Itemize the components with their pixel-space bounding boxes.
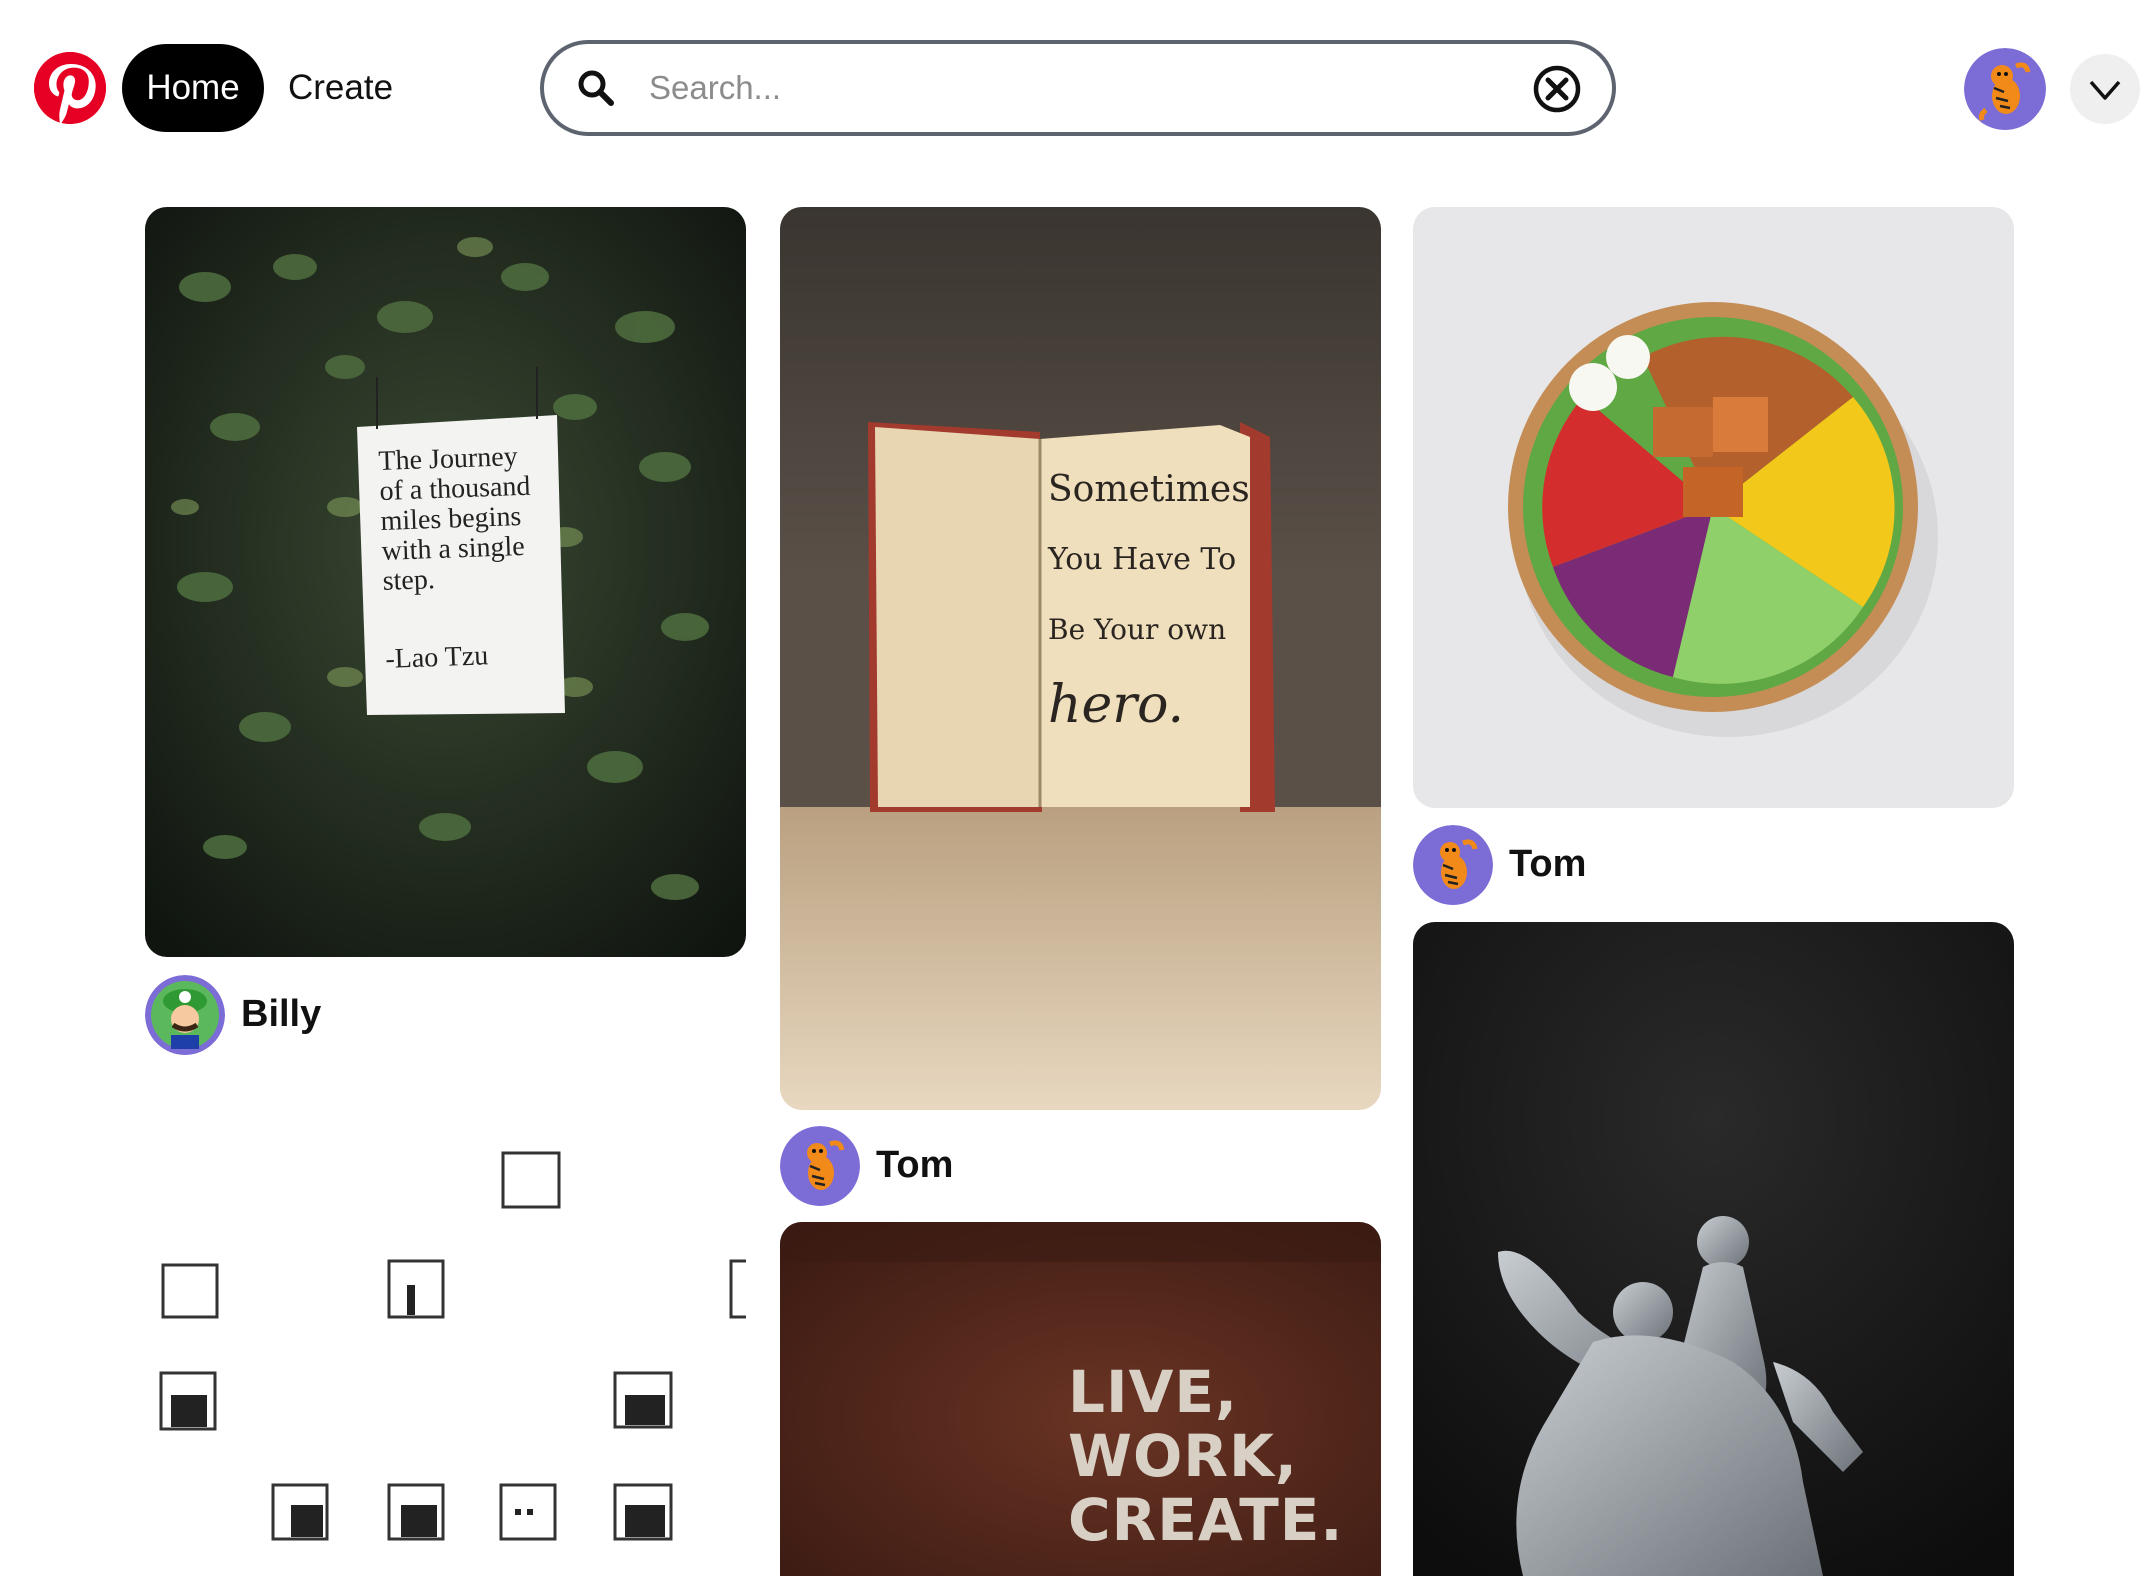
top-navigation-bar: Home Create	[0, 0, 2147, 180]
luigi-avatar-icon	[145, 975, 225, 1055]
poster-line: WORK,	[1068, 1422, 1298, 1490]
pinterest-logo-icon[interactable]	[34, 52, 106, 124]
pin-author[interactable]: Tom	[1413, 825, 1713, 909]
notebook-line: You Have To	[1048, 542, 1237, 577]
pin-author[interactable]: Billy	[145, 975, 445, 1059]
author-name[interactable]: Tom	[1509, 843, 1586, 886]
create-button[interactable]: Create	[280, 44, 401, 132]
notebook-line: Be Your own	[1048, 613, 1227, 646]
search-input[interactable]	[649, 58, 1449, 118]
notebook-line: hero.	[1048, 675, 1185, 735]
search-icon[interactable]	[576, 68, 616, 108]
poster-line: CREATE.	[1068, 1486, 1344, 1554]
account-menu-button[interactable]	[2070, 54, 2140, 124]
home-button[interactable]: Home	[122, 44, 264, 132]
author-name[interactable]: Tom	[876, 1144, 953, 1187]
quote-line: step.	[382, 564, 436, 597]
pin-image-text: The Journey of a thousand miles begins w…	[378, 441, 537, 675]
pin-image-text: Sometimes You Have To Be Your own hero.	[1048, 455, 1250, 745]
quote-author: -Lao Tzu	[384, 640, 489, 675]
pin-image-salad-bowl[interactable]	[1413, 207, 2014, 808]
tiger-avatar-icon	[780, 1126, 860, 1206]
notebook-line: Sometimes	[1048, 469, 1250, 510]
pin-image-statue[interactable]	[1413, 922, 2014, 1576]
tiger-avatar-icon	[1413, 825, 1493, 905]
author-name[interactable]: Billy	[241, 993, 321, 1036]
search-bar[interactable]	[540, 40, 1616, 136]
pin-image-frames-wall[interactable]	[145, 1095, 746, 1576]
poster-line: LIVE,	[1068, 1358, 1239, 1426]
chevron-down-icon	[2089, 80, 2121, 100]
tiger-avatar-icon[interactable]	[1964, 48, 2046, 130]
clear-circle-icon[interactable]	[1532, 64, 1582, 114]
quote-line: with a single	[381, 530, 526, 567]
pin-author[interactable]: Tom	[780, 1126, 1080, 1210]
pin-image-text: LIVE, WORK, CREATE.	[1068, 1360, 1343, 1552]
